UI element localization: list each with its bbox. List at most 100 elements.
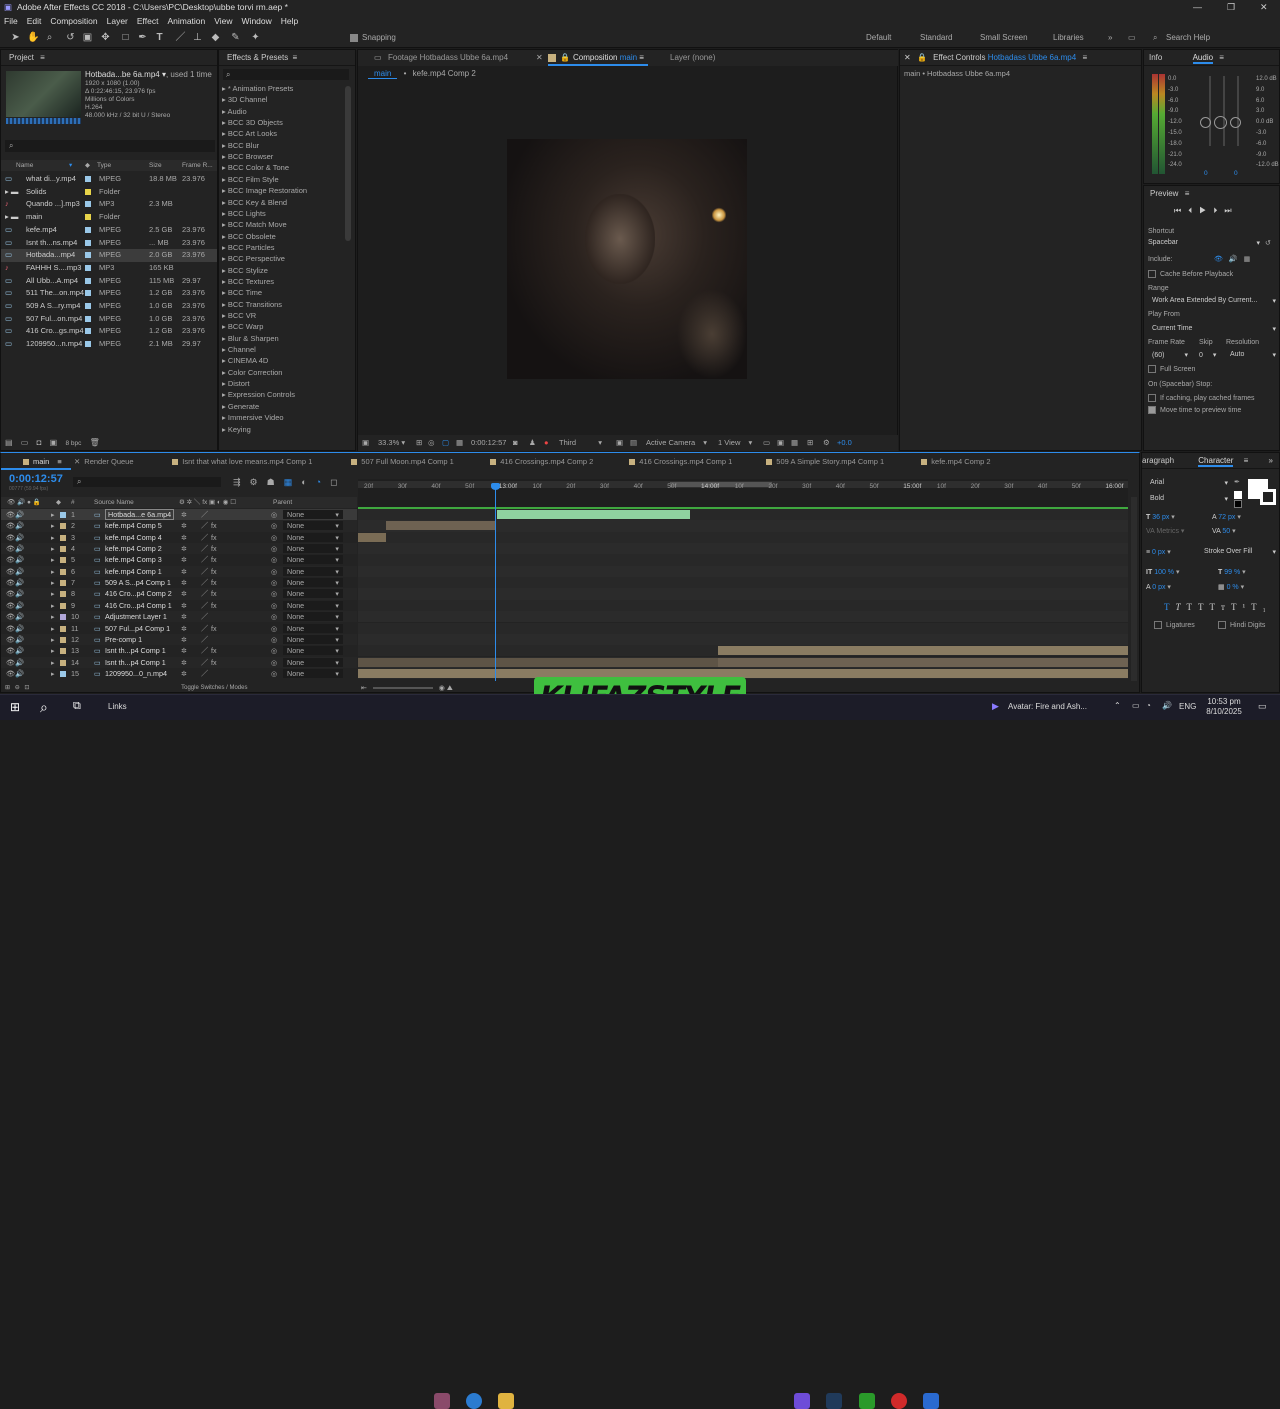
project-item[interactable]: ▭ kefe.mp4 MPEG 2.5 GB 23.976 — [1, 224, 217, 237]
close-tab-icon[interactable]: ✕ — [74, 457, 80, 466]
lock-icon[interactable]: 🔒 — [917, 53, 927, 62]
shy-switch-icon[interactable]: ✲ — [181, 634, 187, 645]
disclosure-triangle-icon[interactable]: ▸ — [222, 175, 226, 184]
disclosure-triangle-icon[interactable]: ▸ — [222, 152, 226, 161]
expand-layer-icon[interactable]: ▸ — [51, 532, 55, 543]
pan-behind-tool-icon[interactable]: ✥ — [100, 32, 111, 43]
rotate-tool-icon[interactable]: ↺ — [65, 32, 76, 43]
range-dropdown[interactable]: Work Area Extended By Current... ▾ — [1152, 297, 1276, 305]
effect-category-item[interactable]: ▸ BCC Image Restoration — [222, 186, 307, 195]
in-out-toggle-icon[interactable]: ⊡ — [24, 685, 29, 691]
audio-toggle-icon[interactable]: 🔊 — [15, 600, 24, 611]
disclosure-triangle-icon[interactable]: ▸ — [222, 322, 226, 331]
parent-dropdown[interactable]: None ▾ — [283, 623, 343, 633]
play-from-dropdown[interactable]: Current Time ▾ — [1152, 325, 1276, 333]
color-channels-icon[interactable]: ● — [544, 435, 549, 451]
layer-row[interactable]: 👁 🔊 ▸ 10 ▭ Adjustment Layer 1 ✲ ／ ◎ None ▾ — [1, 611, 357, 623]
breadcrumb-main[interactable]: main — [368, 69, 398, 79]
label-color-swatch[interactable] — [85, 303, 91, 309]
effect-category-item[interactable]: ▸ Channel — [222, 345, 256, 354]
timeline-scrollbar[interactable] — [1131, 497, 1137, 681]
label-color-swatch[interactable] — [85, 341, 91, 348]
video-visibility-icon[interactable]: 👁 — [6, 520, 15, 531]
audio-toggle-icon[interactable]: 🔊 — [15, 634, 24, 645]
disclosure-triangle-icon[interactable]: ▸ — [222, 311, 226, 320]
menu-effect[interactable]: Effect — [137, 14, 159, 28]
rectangle-tool-icon[interactable]: □ — [120, 32, 131, 43]
menu-animation[interactable]: Animation — [167, 14, 205, 28]
fill-white-swatch[interactable] — [1234, 491, 1242, 499]
all-caps-icon[interactable]: TT — [1187, 602, 1210, 612]
toggle-switches-modes-button[interactable]: Toggle Switches / Modes — [181, 685, 247, 691]
quality-switch-icon[interactable]: ／ — [201, 623, 208, 634]
quality-switch-icon[interactable]: ／ — [201, 588, 208, 599]
parent-dropdown[interactable]: None ▾ — [283, 521, 343, 531]
taskbar-app-icon[interactable] — [923, 1393, 939, 1409]
flowchart-icon[interactable]: ⊞ — [807, 435, 813, 451]
motion-blur-icon[interactable]: ▦ — [791, 435, 798, 451]
parent-dropdown[interactable]: None ▾ — [283, 634, 343, 644]
label-color-swatch[interactable] — [85, 328, 91, 335]
tab-character[interactable]: Character — [1198, 456, 1234, 467]
workspace-default[interactable]: Default — [866, 33, 891, 42]
xbox-icon[interactable] — [859, 1393, 875, 1409]
font-size-field[interactable]: T 36 px ▾ — [1146, 513, 1175, 521]
fx-switch-icon[interactable]: fx — [211, 588, 217, 599]
vertical-scale-field[interactable]: IT 100 % ▾ — [1146, 568, 1180, 576]
parent-pickwhip-icon[interactable]: ◎ — [271, 657, 277, 668]
layer-duration-bar[interactable] — [497, 510, 690, 519]
eyedropper-icon[interactable]: ✒ — [1234, 478, 1240, 486]
audio-slider-left-track[interactable] — [1209, 76, 1211, 146]
zoom-tool-icon[interactable]: ⌕ — [44, 32, 55, 43]
disclosure-triangle-icon[interactable]: ▸ — [222, 356, 226, 365]
effect-category-item[interactable]: ▸ BCC Lights — [222, 209, 266, 218]
panel-menu-icon[interactable]: ≡ — [292, 53, 297, 62]
delete-icon[interactable]: 🗑 — [90, 438, 100, 447]
label-color-swatch[interactable] — [85, 176, 91, 182]
font-style-dropdown[interactable]: Bold ▾ — [1150, 495, 1228, 503]
fx-switch-icon[interactable]: fx — [211, 566, 217, 577]
always-preview-icon[interactable]: ▣ — [362, 435, 369, 451]
disclosure-triangle-icon[interactable]: ▸ — [222, 254, 226, 263]
effect-category-item[interactable]: ▸ Expression Controls — [222, 390, 295, 399]
video-visibility-icon[interactable]: 👁 — [6, 668, 15, 679]
toggle-transparency-icon[interactable]: ▤ — [630, 435, 637, 451]
shy-switch-icon[interactable]: ✲ — [181, 532, 187, 543]
frame-rate-dropdown[interactable]: (60) ▾ — [1152, 351, 1188, 359]
search-help-field[interactable]: Search Help — [1166, 33, 1210, 42]
shortcut-dropdown[interactable]: Spacebar ▾ — [1148, 239, 1260, 250]
parent-pickwhip-icon[interactable]: ◎ — [271, 520, 277, 531]
ligatures-checkbox[interactable]: Ligatures — [1154, 621, 1195, 629]
audio-toggle-icon[interactable]: 🔊 — [15, 657, 24, 668]
tsume-field[interactable]: ▦ 0 % ▾ — [1218, 583, 1244, 591]
layer-row[interactable]: 👁 🔊 ▸ 5 ▭ kefe.mp4 Comp 3 ✲ ／ fx ◎ None ▾ — [1, 554, 357, 566]
video-visibility-icon[interactable]: 👁 — [6, 566, 15, 577]
audio-slider-center-knob[interactable] — [1214, 116, 1227, 129]
layer-name[interactable]: 416 Cro...p4 Comp 2 — [105, 588, 172, 599]
hand-tool-icon[interactable]: ✋ — [27, 32, 39, 43]
layer-row[interactable]: 👁 🔊 ▸ 13 ▭ Isnt th...p4 Comp 1 ✲ ／ fx ◎ None ▾ — [1, 645, 357, 657]
panel-menu-icon[interactable]: ≡ — [1244, 456, 1249, 465]
region-of-interest-icon[interactable]: ▢ — [442, 435, 449, 451]
mask-icon[interactable]: ◎ — [428, 435, 435, 451]
menu-file[interactable]: File — [4, 14, 18, 28]
camera-view-dropdown[interactable]: Active Camera ▾ — [646, 435, 707, 451]
layer-label-color[interactable] — [60, 580, 66, 587]
shy-switch-icon[interactable]: ✲ — [181, 520, 187, 531]
taskbar-app-icon[interactable] — [891, 1393, 907, 1409]
project-item[interactable]: ▭ 416 Cro...gs.mp4 MPEG 1.2 GB 23.976 — [1, 325, 217, 338]
label-color-swatch[interactable] — [85, 188, 91, 195]
zoom-slider-knob-icon[interactable]: ◉ — [439, 685, 445, 692]
label-color-swatch[interactable] — [85, 226, 91, 233]
disclosure-triangle-icon[interactable]: ▸ — [222, 84, 226, 93]
stroke-width-field[interactable]: ≡ 0 px ▾ — [1146, 548, 1171, 556]
tab-info[interactable]: Info — [1149, 53, 1162, 62]
resolution-dropdown[interactable]: Auto ▾ — [1230, 351, 1276, 359]
disclosure-triangle-icon[interactable]: ▸ — [222, 163, 226, 172]
faux-italic-icon[interactable]: T — [1176, 602, 1187, 612]
show-snapshot-icon[interactable]: ♟ — [529, 435, 536, 451]
parent-pickwhip-icon[interactable]: ◎ — [271, 611, 277, 622]
label-color-swatch[interactable] — [85, 264, 91, 271]
shy-switch-icon[interactable]: ✲ — [181, 588, 187, 599]
workspace-standard[interactable]: Standard — [920, 33, 952, 42]
